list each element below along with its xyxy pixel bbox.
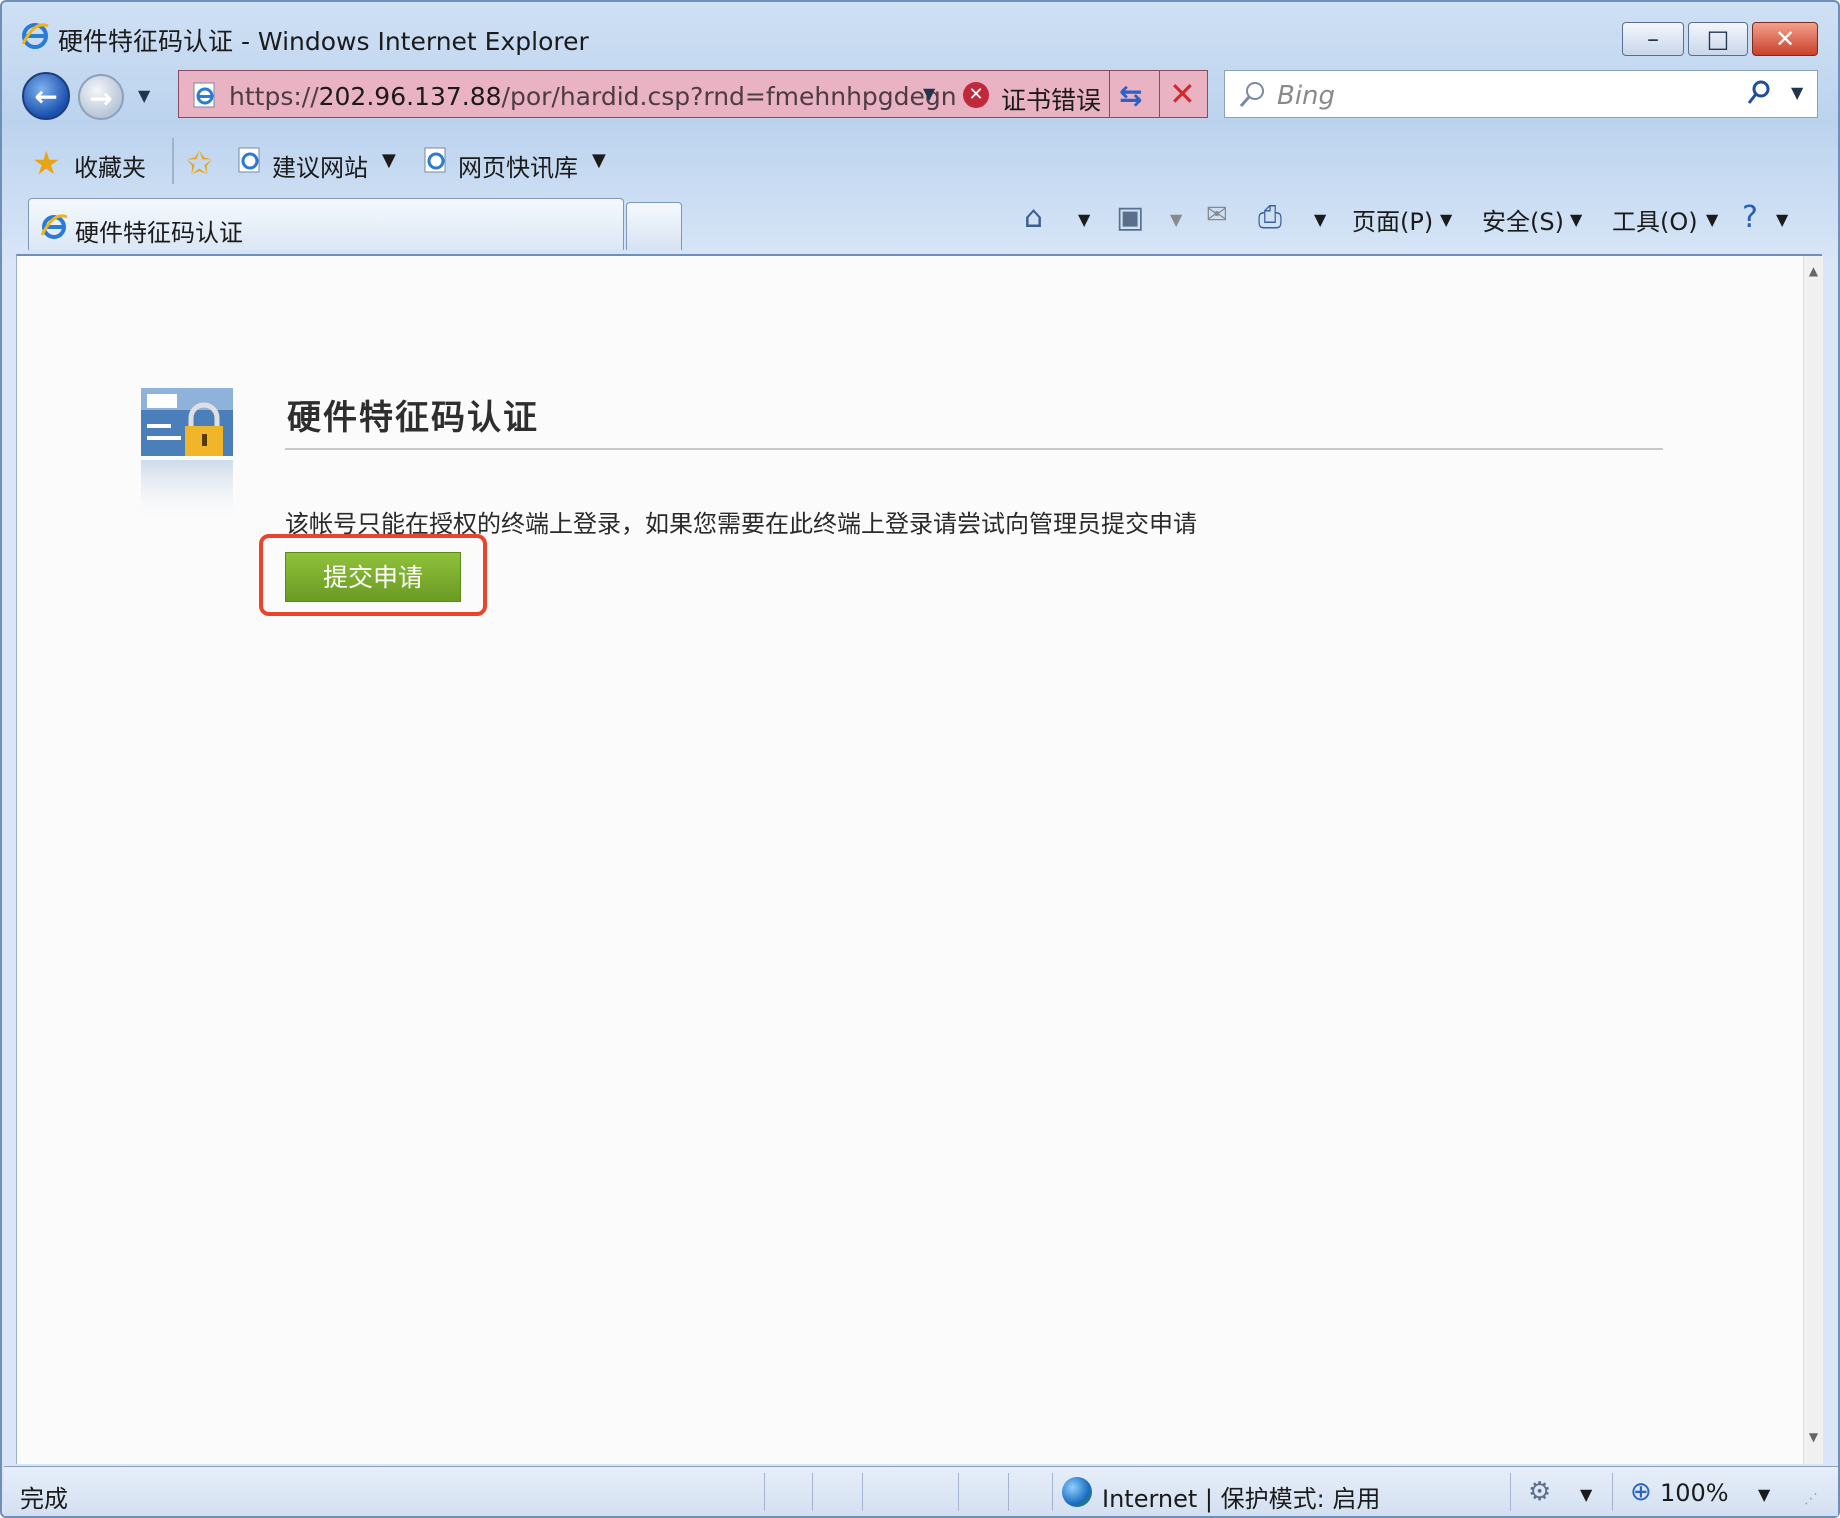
safety-menu[interactable]: 安全(S) (1482, 202, 1564, 237)
url-scheme: https:// (229, 82, 319, 110)
suggested-sites-dropdown[interactable]: ▼ (382, 150, 396, 171)
web-slice-gallery-link[interactable]: 网页快讯库 (458, 148, 578, 183)
browser-window: 硬件特征码认证 - Windows Internet Explorer – □ … (0, 0, 1840, 1518)
cert-error-label[interactable]: 证书错误 (1001, 81, 1101, 117)
suggested-sites-link[interactable]: 建议网站 (272, 148, 368, 183)
search-icon[interactable] (1745, 78, 1775, 108)
page-menu[interactable]: 页面(P) (1352, 202, 1433, 237)
favorites-bar: ★ 收藏夹 ✩ 建议网站 ▼ 网页快讯库 ▼ (14, 132, 1818, 192)
tools-menu-dropdown[interactable]: ▼ (1706, 210, 1718, 229)
home-icon[interactable]: ⌂ (1024, 200, 1043, 235)
add-favorite-icon[interactable]: ✩ (186, 144, 213, 182)
protected-mode-dropdown[interactable]: ▼ (1580, 1485, 1592, 1504)
help-icon[interactable]: ? (1742, 200, 1758, 235)
heading-divider (285, 448, 1663, 450)
feeds-dropdown[interactable]: ▼ (1170, 210, 1182, 229)
maximize-button[interactable]: □ (1688, 22, 1748, 56)
address-separator (1159, 71, 1160, 117)
address-bar[interactable]: https://202.96.137.88/por/hardid.csp?rnd… (178, 70, 1208, 118)
zoom-dropdown[interactable]: ▼ (1758, 1485, 1770, 1504)
print-icon[interactable]: ⎙ (1258, 200, 1282, 235)
forward-arrow-icon: → (89, 82, 113, 115)
internet-zone-globe-icon (1062, 1477, 1092, 1507)
protected-mode-icon[interactable]: ⚙ (1528, 1477, 1551, 1507)
home-dropdown[interactable]: ▼ (1078, 210, 1090, 229)
feeds-icon[interactable]: ▣ (1116, 200, 1144, 235)
close-icon: ✕ (1774, 25, 1796, 53)
submit-request-button[interactable]: 提交申请 (285, 552, 461, 602)
page-content: 硬件特征码认证 该帐号只能在授权的终端上登录，如果您需要在此终端上登录请尝试向管… (16, 254, 1823, 1464)
maximize-icon: □ (1706, 25, 1730, 53)
ie-logo-icon (21, 23, 49, 49)
favorites-separator (172, 138, 174, 184)
recent-pages-dropdown[interactable]: ▼ (138, 86, 150, 105)
vertical-scrollbar[interactable]: ▲ ▼ (1803, 256, 1823, 1464)
refresh-icon[interactable]: ⇆ (1119, 79, 1142, 112)
favorites-star-icon[interactable]: ★ (32, 144, 61, 182)
zoom-level[interactable]: 100% (1660, 1479, 1729, 1507)
ie-page-icon (424, 147, 446, 173)
search-lens-icon (1239, 82, 1264, 107)
close-button[interactable]: ✕ (1752, 22, 1818, 56)
search-box[interactable]: Bing ▼ (1224, 70, 1818, 118)
help-dropdown[interactable]: ▼ (1776, 210, 1788, 229)
search-placeholder: Bing (1277, 81, 1336, 111)
zoom-icon[interactable]: ⊕ (1630, 1477, 1652, 1507)
status-text: 完成 (20, 1485, 68, 1513)
window-title: 硬件特征码认证 - Windows Internet Explorer (58, 27, 589, 56)
page-title: 硬件特征码认证 (287, 398, 539, 438)
status-separator (958, 1473, 959, 1511)
back-button[interactable]: ← (22, 72, 70, 120)
card-lock-icon (141, 388, 233, 526)
stop-icon[interactable]: ✕ (1169, 75, 1196, 113)
minimize-button[interactable]: – (1622, 22, 1684, 56)
new-tab-button[interactable] (626, 202, 682, 250)
status-separator (1008, 1473, 1009, 1511)
forward-button[interactable]: → (78, 74, 124, 120)
url-host: 202.96.137.88 (318, 82, 502, 110)
ie-logo-icon (40, 214, 68, 239)
favorites-button[interactable]: 收藏夹 (74, 148, 146, 183)
scroll-down-arrow-icon[interactable]: ▼ (1804, 1430, 1823, 1444)
read-mail-icon[interactable]: ✉ (1206, 200, 1228, 230)
safety-menu-dropdown[interactable]: ▼ (1570, 210, 1582, 229)
web-slice-gallery-dropdown[interactable]: ▼ (592, 150, 606, 171)
tab-active[interactable]: 硬件特征码认证 (28, 198, 624, 250)
security-zone-text[interactable]: Internet | 保护模式: 启用 (1102, 1479, 1380, 1514)
page-menu-dropdown[interactable]: ▼ (1440, 210, 1452, 229)
status-bar: 完成 Internet | 保护模式: 启用 ⚙ ▼ ⊕ 100% ▼ ⋰ (4, 1466, 1838, 1516)
status-separator (862, 1473, 863, 1511)
title-bar: 硬件特征码认证 - Windows Internet Explorer – □ … (2, 2, 1838, 66)
page-ie-icon (193, 82, 215, 108)
cert-error-shield-icon[interactable]: ✕ (963, 82, 989, 108)
print-dropdown[interactable]: ▼ (1314, 210, 1326, 229)
url-text[interactable]: https://202.96.137.88/por/hardid.csp?rnd… (229, 82, 1089, 110)
status-separator (1052, 1473, 1053, 1511)
ie-page-icon (238, 147, 260, 173)
status-separator (1510, 1473, 1511, 1511)
resize-grip-icon[interactable]: ⋰ (1804, 1491, 1818, 1507)
address-separator (1109, 71, 1110, 117)
url-path: /por/hardid.csp?rnd=fmehnhpgdegn (501, 82, 957, 110)
back-arrow-icon: ← (34, 80, 58, 113)
status-separator (812, 1473, 813, 1511)
status-separator (1612, 1473, 1613, 1511)
search-options-dropdown[interactable]: ▼ (1791, 83, 1803, 102)
status-separator (764, 1473, 765, 1511)
tab-label: 硬件特征码认证 (75, 219, 243, 247)
address-dropdown[interactable]: ▼ (923, 84, 935, 103)
minimize-icon: – (1647, 25, 1659, 53)
scroll-up-arrow-icon[interactable]: ▲ (1804, 264, 1823, 278)
tools-menu[interactable]: 工具(O) (1612, 202, 1698, 237)
